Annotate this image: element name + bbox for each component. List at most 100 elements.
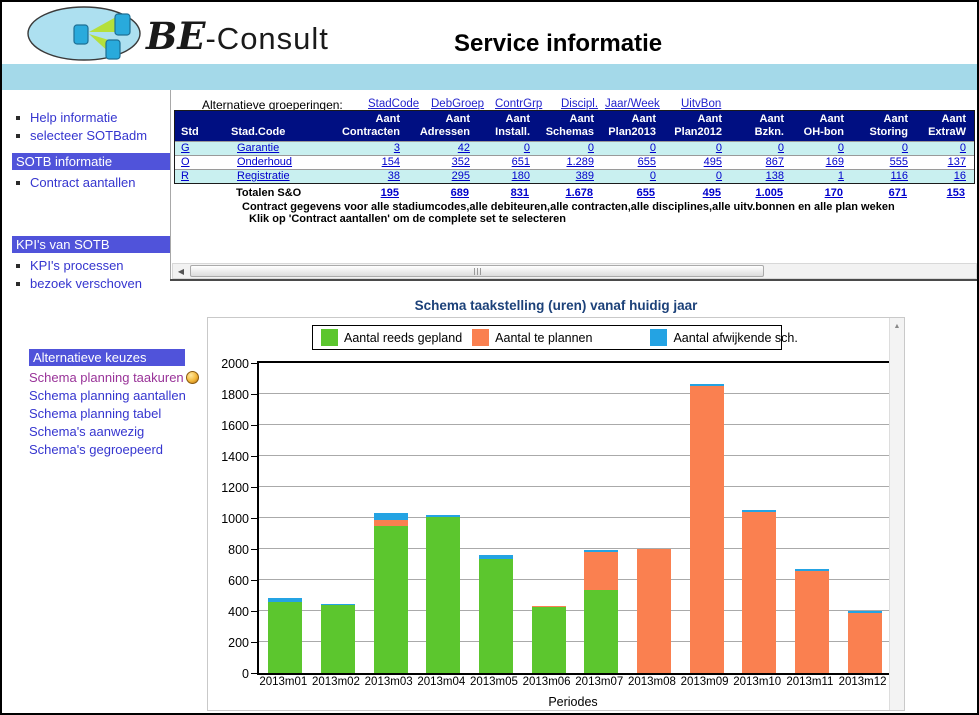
stadcode-link[interactable]: Onderhoud (237, 156, 292, 168)
value-link[interactable]: 1 (838, 170, 844, 182)
grouping-link[interactable]: StadCode (368, 98, 419, 110)
stadcode-link[interactable]: Garantie (237, 142, 279, 154)
table-cell-value[interactable]: 555 (852, 155, 916, 169)
total-value-link[interactable]: 1.005 (755, 187, 783, 199)
value-link[interactable]: 0 (960, 142, 966, 154)
table-cell-value[interactable]: 0 (538, 141, 602, 155)
grouping-link[interactable]: Discipl. (561, 98, 598, 110)
table-cell-value[interactable]: 0 (730, 141, 792, 155)
table-cell-value[interactable]: 138 (730, 169, 792, 183)
table-cell-value[interactable]: 169 (792, 155, 852, 169)
table-cell-value[interactable]: 180 (478, 169, 538, 183)
grouping-link[interactable]: UitvBon (681, 98, 721, 110)
table-cell-code[interactable]: Garantie (225, 141, 330, 155)
totals-cell[interactable]: 831 (477, 187, 537, 201)
table-cell-code[interactable]: Onderhoud (225, 155, 330, 169)
table-cell-value[interactable]: 137 (916, 155, 974, 169)
totals-cell[interactable]: 655 (601, 187, 663, 201)
table-cell-value[interactable]: 1 (792, 169, 852, 183)
table-cell-value[interactable]: 0 (852, 141, 916, 155)
value-link[interactable]: 0 (778, 142, 784, 154)
sidebar-link[interactable]: selecteer SOTBadm (30, 128, 147, 143)
table-cell-value[interactable]: 651 (478, 155, 538, 169)
table-cell-value[interactable]: 38 (330, 169, 408, 183)
value-link[interactable]: 138 (766, 170, 784, 182)
sidebar-link[interactable]: Help informatie (30, 110, 117, 125)
std-link[interactable]: O (181, 156, 190, 168)
value-link[interactable]: 0 (650, 170, 656, 182)
vertical-scrollbar[interactable]: ▲ (889, 318, 904, 710)
stadcode-link[interactable]: Registratie (237, 170, 290, 182)
grouping-link[interactable]: Jaar/Week (605, 98, 660, 110)
sidebar-link[interactable]: bezoek verschoven (30, 276, 142, 291)
table-cell-value[interactable]: 0 (664, 169, 730, 183)
scroll-up-arrow-icon[interactable]: ▲ (890, 318, 904, 334)
sidebar-item[interactable]: selecteer SOTBadm (12, 126, 170, 144)
total-value-link[interactable]: 655 (637, 187, 655, 199)
value-link[interactable]: 0 (716, 142, 722, 154)
value-link[interactable]: 0 (524, 142, 530, 154)
value-link[interactable]: 555 (890, 156, 908, 168)
sidebar-item[interactable]: Contract aantallen (12, 173, 170, 191)
value-link[interactable]: 38 (388, 170, 400, 182)
std-link[interactable]: G (181, 142, 190, 154)
sidebar-item[interactable]: bezoek verschoven (12, 274, 170, 292)
value-link[interactable]: 0 (588, 142, 594, 154)
totals-cell[interactable]: 1.005 (729, 187, 791, 201)
value-link[interactable]: 651 (512, 156, 530, 168)
totals-cell[interactable]: 689 (407, 187, 477, 201)
value-link[interactable]: 495 (704, 156, 722, 168)
horizontal-scrollbar[interactable]: ◀ (172, 263, 977, 279)
value-link[interactable]: 3 (394, 142, 400, 154)
scroll-left-arrow-icon[interactable]: ◀ (173, 264, 189, 278)
grouping-link[interactable]: DebGroep (431, 98, 484, 110)
table-cell-value[interactable]: 495 (664, 155, 730, 169)
sidebar-link[interactable]: KPI's processen (30, 258, 124, 273)
table-cell-value[interactable]: 42 (408, 141, 478, 155)
totals-cell[interactable]: 170 (791, 187, 851, 201)
total-value-link[interactable]: 671 (889, 187, 907, 199)
table-cell-value[interactable]: 0 (916, 141, 974, 155)
value-link[interactable]: 867 (766, 156, 784, 168)
table-cell-value[interactable]: 352 (408, 155, 478, 169)
value-link[interactable]: 1.289 (566, 156, 594, 168)
total-value-link[interactable]: 170 (825, 187, 843, 199)
table-cell-value[interactable]: 389 (538, 169, 602, 183)
totals-cell[interactable]: 671 (851, 187, 915, 201)
table-cell-value[interactable]: 0 (478, 141, 538, 155)
value-link[interactable]: 116 (890, 170, 908, 182)
table-cell-value[interactable]: 16 (916, 169, 974, 183)
value-link[interactable]: 352 (452, 156, 470, 168)
table-cell-value[interactable]: 3 (330, 141, 408, 155)
table-cell-value[interactable]: 116 (852, 169, 916, 183)
table-cell-code[interactable]: Registratie (225, 169, 330, 183)
value-link[interactable]: 16 (954, 170, 966, 182)
total-value-link[interactable]: 689 (451, 187, 469, 199)
table-cell-std[interactable]: O (175, 155, 225, 169)
table-cell-value[interactable]: 0 (602, 169, 664, 183)
value-link[interactable]: 169 (826, 156, 844, 168)
alt-menu-link[interactable]: Schema's aanwezig (29, 423, 199, 441)
table-cell-value[interactable]: 0 (602, 141, 664, 155)
value-link[interactable]: 137 (948, 156, 966, 168)
table-cell-value[interactable]: 154 (330, 155, 408, 169)
totals-cell[interactable]: 1.678 (537, 187, 601, 201)
totals-cell[interactable]: 495 (663, 187, 729, 201)
value-link[interactable]: 0 (650, 142, 656, 154)
value-link[interactable]: 42 (458, 142, 470, 154)
sidebar-link[interactable]: Contract aantallen (30, 175, 136, 190)
alt-menu-link[interactable]: Schema's gegroepeerd (29, 441, 199, 459)
total-value-link[interactable]: 1.678 (565, 187, 593, 199)
std-link[interactable]: R (181, 170, 189, 182)
value-link[interactable]: 0 (838, 142, 844, 154)
value-link[interactable]: 154 (382, 156, 400, 168)
value-link[interactable]: 180 (512, 170, 530, 182)
total-value-link[interactable]: 831 (511, 187, 529, 199)
horizontal-scrollbar-thumb[interactable] (190, 265, 764, 277)
table-cell-value[interactable]: 0 (792, 141, 852, 155)
value-link[interactable]: 295 (452, 170, 470, 182)
total-value-link[interactable]: 495 (703, 187, 721, 199)
total-value-link[interactable]: 153 (947, 187, 965, 199)
table-cell-std[interactable]: G (175, 141, 225, 155)
totals-cell[interactable]: 153 (915, 187, 973, 201)
